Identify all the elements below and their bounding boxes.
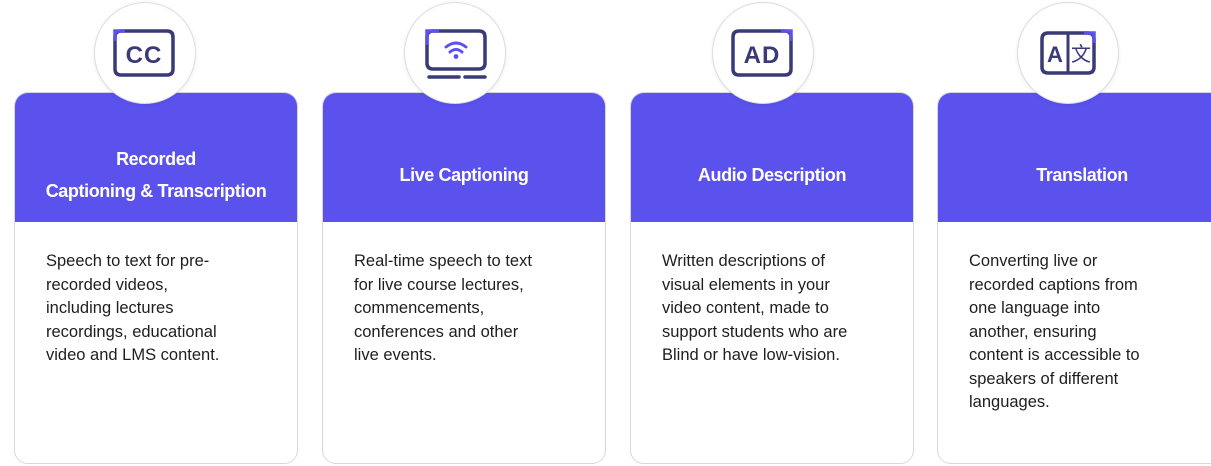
live-broadcast-icon	[404, 2, 506, 104]
svg-text:AD: AD	[744, 42, 781, 69]
card-title: Audio Description	[697, 164, 847, 185]
svg-text:A: A	[1047, 42, 1063, 67]
card-title: Live Captioning	[399, 164, 529, 185]
service-card-translation: Translation Converting live or recorded …	[937, 92, 1211, 464]
card-title: Translation	[1036, 164, 1128, 185]
card-header: Translation	[938, 93, 1211, 222]
service-card-recorded-captioning: Recorded Captioning & Transcription Spee…	[14, 92, 298, 464]
card-description: Converting live or recorded captions fro…	[969, 252, 1140, 411]
translation-icon: A 文	[1017, 2, 1119, 104]
svg-text:CC: CC	[126, 42, 163, 69]
card-title: Recorded Captioning & Transcription	[45, 148, 267, 201]
audio-description-icon: AD	[712, 2, 814, 104]
services-grid: Recorded Captioning & Transcription Spee…	[0, 0, 1211, 466]
card-header: Recorded Captioning & Transcription	[15, 93, 297, 222]
card-description: Speech to text for pre- recorded videos,…	[46, 252, 220, 364]
card-description: Written descriptions of visual elements …	[662, 252, 848, 364]
closed-captions-icon: CC	[94, 2, 196, 104]
svg-text:文: 文	[1071, 42, 1091, 66]
service-card-live-captioning: Live Captioning Real-time speech to text…	[322, 92, 606, 464]
card-header: Audio Description	[631, 93, 913, 222]
card-header: Live Captioning	[323, 93, 605, 222]
service-card-audio-description: Audio Description Written descriptions o…	[630, 92, 914, 464]
card-description: Real-time speech to text for live course…	[354, 252, 532, 364]
